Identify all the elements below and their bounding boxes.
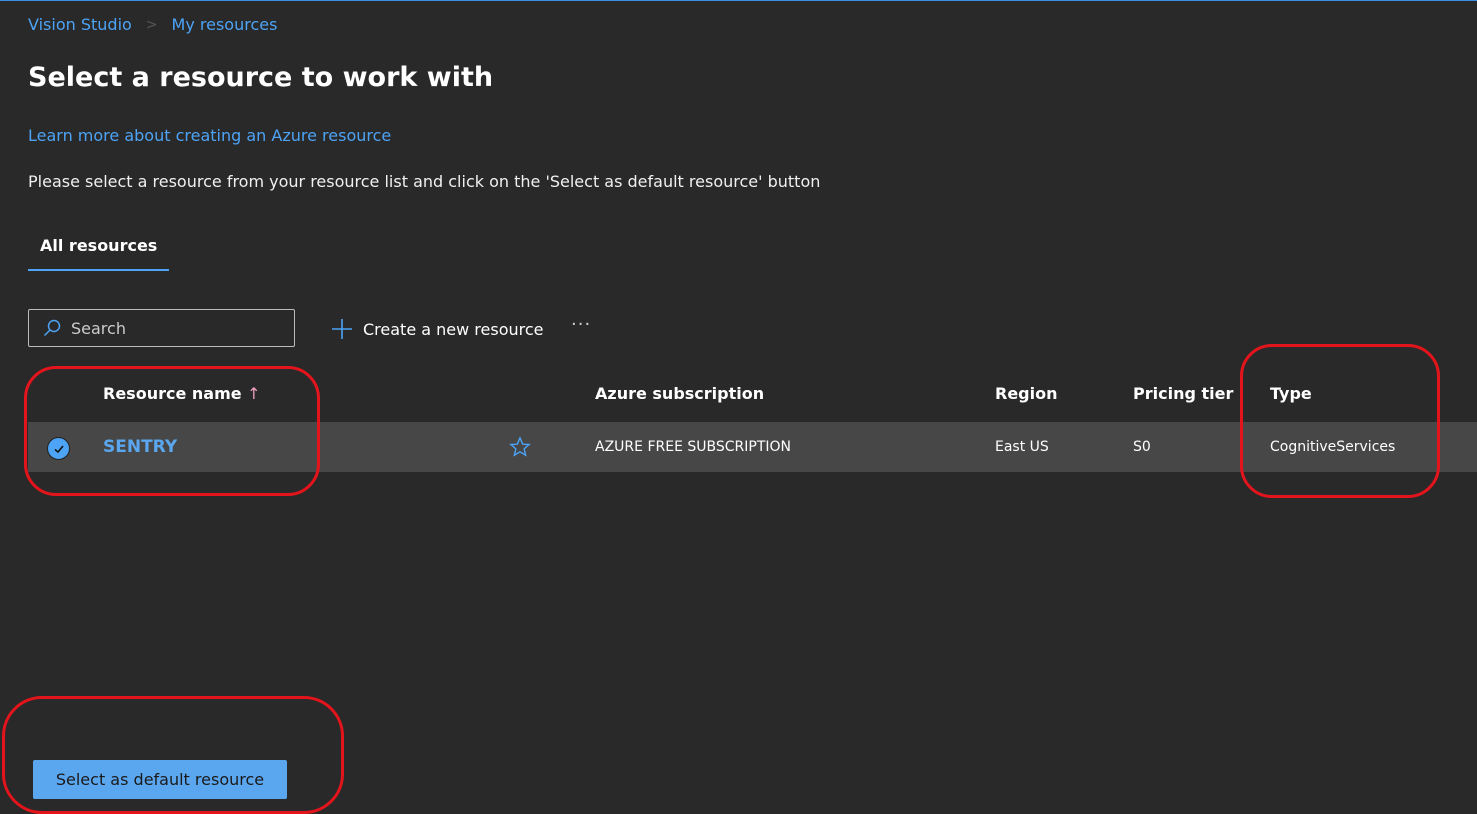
annotation-highlight-type (1240, 344, 1440, 498)
more-options-button[interactable]: ··· (571, 314, 591, 335)
column-label: Resource name (103, 384, 242, 403)
type-cell: CognitiveServices (1270, 439, 1396, 455)
search-placeholder: Search (71, 318, 126, 338)
learn-more-link[interactable]: Learn more about creating an Azure resou… (28, 126, 391, 145)
subscription-cell: AZURE FREE SUBSCRIPTION (595, 439, 791, 455)
select-default-resource-button[interactable]: Select as default resource (33, 760, 287, 799)
breadcrumb: Vision Studio > My resources (28, 15, 277, 34)
search-icon (43, 319, 61, 337)
plus-icon (332, 319, 352, 339)
page-title: Select a resource to work with (28, 62, 494, 93)
top-accent-line (0, 0, 1477, 1)
star-icon[interactable] (509, 436, 531, 462)
tab-all-resources[interactable]: All resources (28, 236, 170, 271)
resource-name-link[interactable]: SENTRY (103, 437, 177, 457)
column-header-subscription[interactable]: Azure subscription (595, 384, 764, 403)
row-checkbox-checked-icon[interactable] (47, 437, 70, 460)
column-header-region[interactable]: Region (995, 384, 1058, 403)
column-header-resource-name[interactable]: Resource name ↑ (103, 384, 261, 403)
pricing-tier-cell: S0 (1133, 439, 1151, 455)
region-cell: East US (995, 439, 1049, 455)
breadcrumb-vision-studio[interactable]: Vision Studio (28, 15, 132, 34)
chevron-right-icon: > (145, 16, 158, 33)
sort-ascending-icon: ↑ (247, 384, 261, 403)
create-resource-label: Create a new resource (363, 319, 544, 339)
breadcrumb-my-resources[interactable]: My resources (172, 15, 278, 34)
search-input[interactable]: Search (28, 309, 295, 347)
column-header-type[interactable]: Type (1270, 384, 1312, 403)
create-resource-button[interactable]: Create a new resource (331, 318, 544, 340)
instructions-text: Please select a resource from your resou… (28, 172, 821, 191)
column-header-pricing-tier[interactable]: Pricing tier (1133, 384, 1233, 403)
